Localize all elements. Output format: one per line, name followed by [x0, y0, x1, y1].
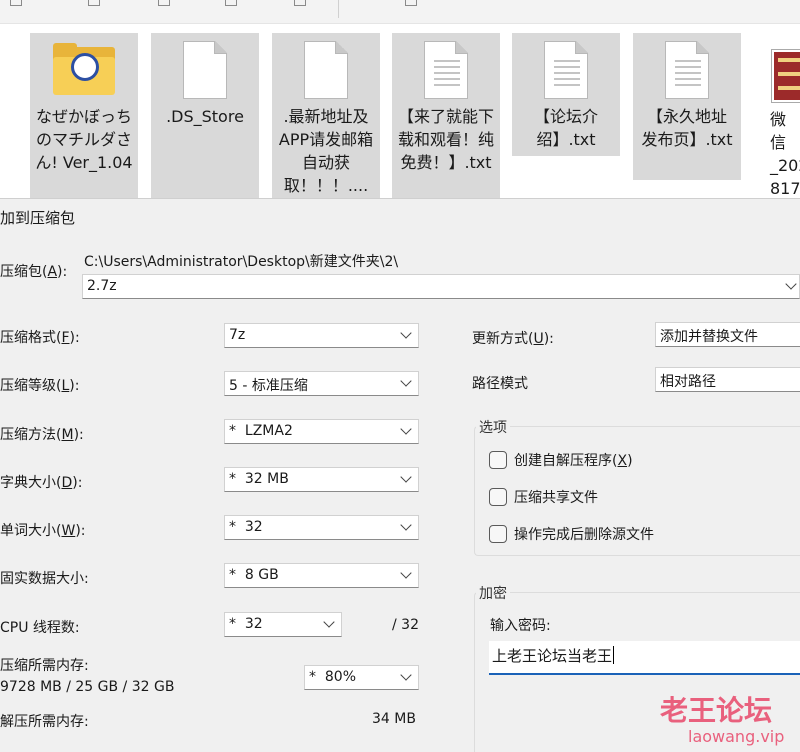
- checkbox-box[interactable]: [489, 488, 507, 506]
- dict-size-combo[interactable]: * 32 MB: [224, 467, 419, 492]
- chevron-down-icon[interactable]: [323, 616, 335, 628]
- chevron-down-icon[interactable]: [400, 423, 412, 435]
- solid-size-combo[interactable]: * 8 GB: [224, 563, 419, 588]
- toolbar-separator: [338, 0, 339, 18]
- toolbar-icon[interactable]: [405, 0, 417, 6]
- decompress-memory-value: 34 MB: [372, 711, 416, 727]
- add-to-archive-dialog: 加到压缩包 压缩包(A): C:\Users\Administrator\Des…: [0, 198, 800, 752]
- cpu-threads-combo[interactable]: * 32: [224, 612, 342, 637]
- file-item[interactable]: .最新地址及APP请发邮箱自动获取！！！....: [272, 33, 380, 198]
- method-label: 压缩方法(M):: [0, 427, 84, 443]
- archive-name-value: 2.7z: [87, 278, 117, 294]
- archive-name-combo[interactable]: 2.7z: [82, 274, 800, 299]
- memory-usage-combo[interactable]: * 80%: [304, 665, 419, 690]
- word-size-combo[interactable]: * 32: [224, 515, 419, 540]
- chevron-down-icon[interactable]: [400, 567, 412, 579]
- checkbox-box[interactable]: [489, 451, 507, 469]
- compress-memory-detail: 9728 MB / 25 GB / 32 GB: [0, 679, 175, 695]
- file-item[interactable]: なぜかぼっちのマチルダさん! Ver_1.04: [30, 33, 138, 198]
- file-name: 【来了就能下载和观看！纯免费！】.txt: [397, 107, 494, 172]
- checkbox-box[interactable]: [489, 525, 507, 543]
- chevron-down-icon[interactable]: [400, 327, 412, 339]
- file-icon: [304, 41, 348, 99]
- toolbar-icon[interactable]: [225, 0, 237, 6]
- text-file-icon: [665, 41, 709, 99]
- file-explorer: なぜかぼっちのマチルダさん! Ver_1.04 .DS_Store .最新地址及…: [0, 0, 800, 198]
- password-label: 输入密码:: [490, 618, 551, 634]
- toolbar-icon[interactable]: [10, 0, 22, 6]
- toolbar-icon[interactable]: [88, 0, 100, 6]
- dialog-title: 加到压缩包: [0, 209, 76, 227]
- toolbar-icon[interactable]: [294, 0, 306, 6]
- format-combo[interactable]: 7z: [224, 323, 419, 348]
- compress-memory-label: 压缩所需内存:: [0, 658, 89, 674]
- options-group-title: 选项: [476, 417, 510, 437]
- cpu-threads-total: / 32: [392, 617, 419, 633]
- chevron-down-icon[interactable]: [400, 519, 412, 531]
- format-label: 压缩格式(F):: [0, 330, 80, 346]
- chevron-down-icon[interactable]: [400, 375, 412, 387]
- update-mode-label: 更新方式(U):: [472, 331, 554, 347]
- encryption-group-title: 加密: [476, 583, 510, 603]
- watermark-url: laowang.vip: [688, 727, 785, 746]
- word-size-label: 单词大小(W):: [0, 523, 86, 539]
- level-combo[interactable]: 5 - 标准压缩: [224, 371, 419, 396]
- level-label: 压缩等级(L):: [0, 378, 80, 394]
- file-name: 【永久地址发布页】.txt: [641, 107, 733, 149]
- file-name: .最新地址及APP请发邮箱自动获取！！！....: [278, 107, 374, 195]
- path-mode-combo[interactable]: 相对路径: [655, 367, 800, 392]
- file-item[interactable]: .DS_Store: [151, 33, 259, 198]
- toolbar-icon[interactable]: [158, 0, 170, 6]
- text-caret: [613, 646, 615, 664]
- image-file-icon: [772, 50, 800, 102]
- solid-size-label: 固实数据大小:: [0, 571, 89, 587]
- file-item[interactable]: 【论坛介绍】.txt: [512, 33, 620, 156]
- path-mode-label: 路径模式: [472, 376, 528, 392]
- update-mode-combo[interactable]: 添加并替换文件: [655, 322, 800, 347]
- file-item[interactable]: 【永久地址发布页】.txt: [633, 33, 741, 180]
- text-file-icon: [544, 41, 588, 99]
- file-name: 【论坛介绍】.txt: [533, 107, 598, 149]
- method-combo[interactable]: * LZMA2: [224, 419, 419, 444]
- dict-size-label: 字典大小(D):: [0, 475, 83, 491]
- file-name: .DS_Store: [166, 107, 244, 126]
- explorer-toolbar: [0, 0, 800, 24]
- file-icon: [183, 41, 227, 99]
- folder-icon: [53, 43, 115, 95]
- decompress-memory-label: 解压所需内存:: [0, 714, 89, 730]
- archive-path: C:\Users\Administrator\Desktop\新建文件夹\2\: [84, 254, 399, 270]
- file-name: 微信_202 8174 r: [770, 110, 800, 198]
- chevron-down-icon[interactable]: [400, 471, 412, 483]
- chevron-down-icon[interactable]: [785, 278, 797, 290]
- cpu-threads-label: CPU 线程数:: [0, 620, 80, 636]
- archive-label: 压缩包(A):: [0, 264, 68, 280]
- text-file-icon: [424, 41, 468, 99]
- file-item[interactable]: 微信_202 8174 r: [760, 30, 800, 198]
- file-item[interactable]: 【来了就能下载和观看！纯免费！】.txt: [392, 33, 500, 198]
- chevron-down-icon[interactable]: [400, 669, 412, 681]
- watermark-logo: 老王论坛: [660, 694, 773, 727]
- file-name: なぜかぼっちのマチルダさん! Ver_1.04: [35, 107, 133, 172]
- password-input[interactable]: 上老王论坛当老王: [489, 641, 800, 675]
